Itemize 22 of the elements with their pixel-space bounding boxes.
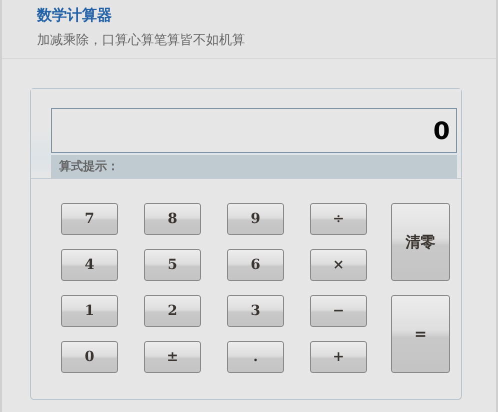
key-button[interactable]: × (310, 249, 367, 281)
key-button[interactable]: 6 (227, 249, 284, 281)
key-button[interactable]: ÷ (310, 203, 367, 235)
formula-hint: 算式提示： (51, 155, 457, 178)
key-button[interactable]: = (391, 295, 450, 373)
key-button[interactable]: . (227, 341, 284, 373)
key-button[interactable]: + (310, 341, 367, 373)
key-button[interactable]: 清零 (391, 203, 450, 281)
app-subtitle: 加减乘除，口算心算笔算皆不如机算 (37, 32, 246, 49)
key-button[interactable]: 1 (61, 295, 118, 327)
key-button[interactable]: 8 (144, 203, 201, 235)
key-button[interactable]: 4 (61, 249, 118, 281)
key-button[interactable]: 2 (144, 295, 201, 327)
key-button[interactable]: − (310, 295, 367, 327)
key-button[interactable]: 5 (144, 249, 201, 281)
key-button[interactable]: ± (144, 341, 201, 373)
key-button[interactable]: 7 (61, 203, 118, 235)
key-button[interactable]: 3 (227, 295, 284, 327)
display-field[interactable]: 0 (51, 108, 457, 153)
key-button[interactable]: 0 (61, 341, 118, 373)
app-title: 数学计算器 (37, 6, 113, 25)
key-button[interactable]: 9 (227, 203, 284, 235)
